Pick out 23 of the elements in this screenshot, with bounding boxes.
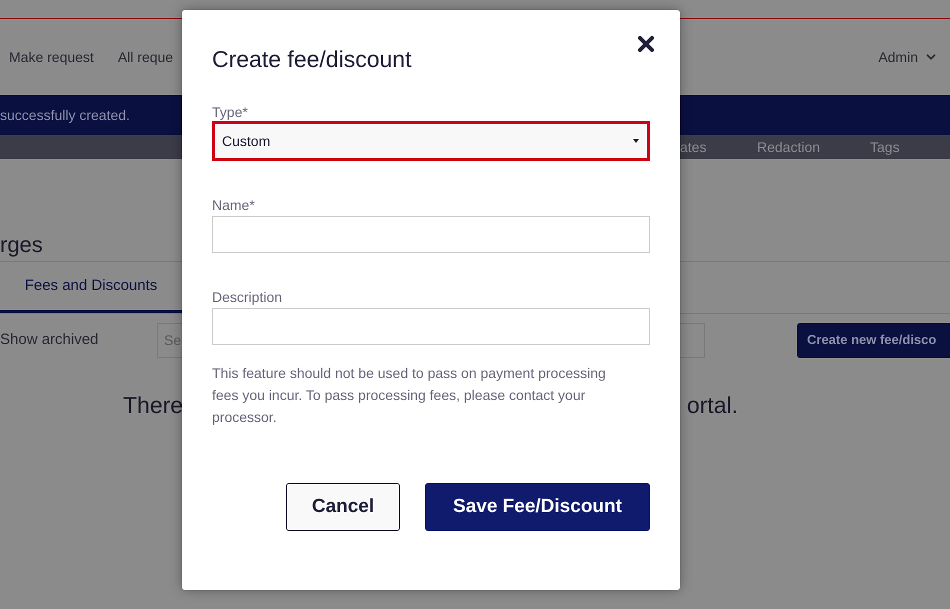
page-heading: rges <box>0 231 43 258</box>
banner-message: successfully created. <box>0 106 130 125</box>
text-field[interactable] <box>212 216 650 253</box>
show-archived-label: Show archived <box>0 330 100 350</box>
nav-link[interactable]: Make request <box>9 46 94 68</box>
sub-nav-link[interactable]: Redaction <box>757 136 870 158</box>
text-field[interactable] <box>212 308 650 345</box>
user-menu[interactable]: Admin <box>878 46 938 68</box>
field-label: Type* <box>212 103 249 121</box>
save-button[interactable]: Save Fee/Discount <box>425 483 650 531</box>
processing-fees-note: This feature should not be used to pass on payment processing fees you incur. To pass processing fees, please contact your processor. <box>212 364 607 427</box>
sub-nav-link[interactable]: ates <box>680 136 757 158</box>
empty-message-start: There <box>123 390 184 420</box>
caret-icon <box>633 139 639 143</box>
sub-nav-link[interactable]: Tags <box>870 136 950 158</box>
field-label: Name* <box>212 196 256 214</box>
type-select[interactable]: Custom <box>212 121 650 161</box>
modal-title: Create fee/discount <box>212 45 412 74</box>
empty-message-end: ortal. <box>686 390 738 420</box>
create-fee-button[interactable]: Create new fee/disco <box>797 322 950 358</box>
cancel-button[interactable]: Cancel <box>286 483 400 531</box>
field-label: Description <box>212 288 284 306</box>
nav-link[interactable]: All reque <box>118 46 174 68</box>
